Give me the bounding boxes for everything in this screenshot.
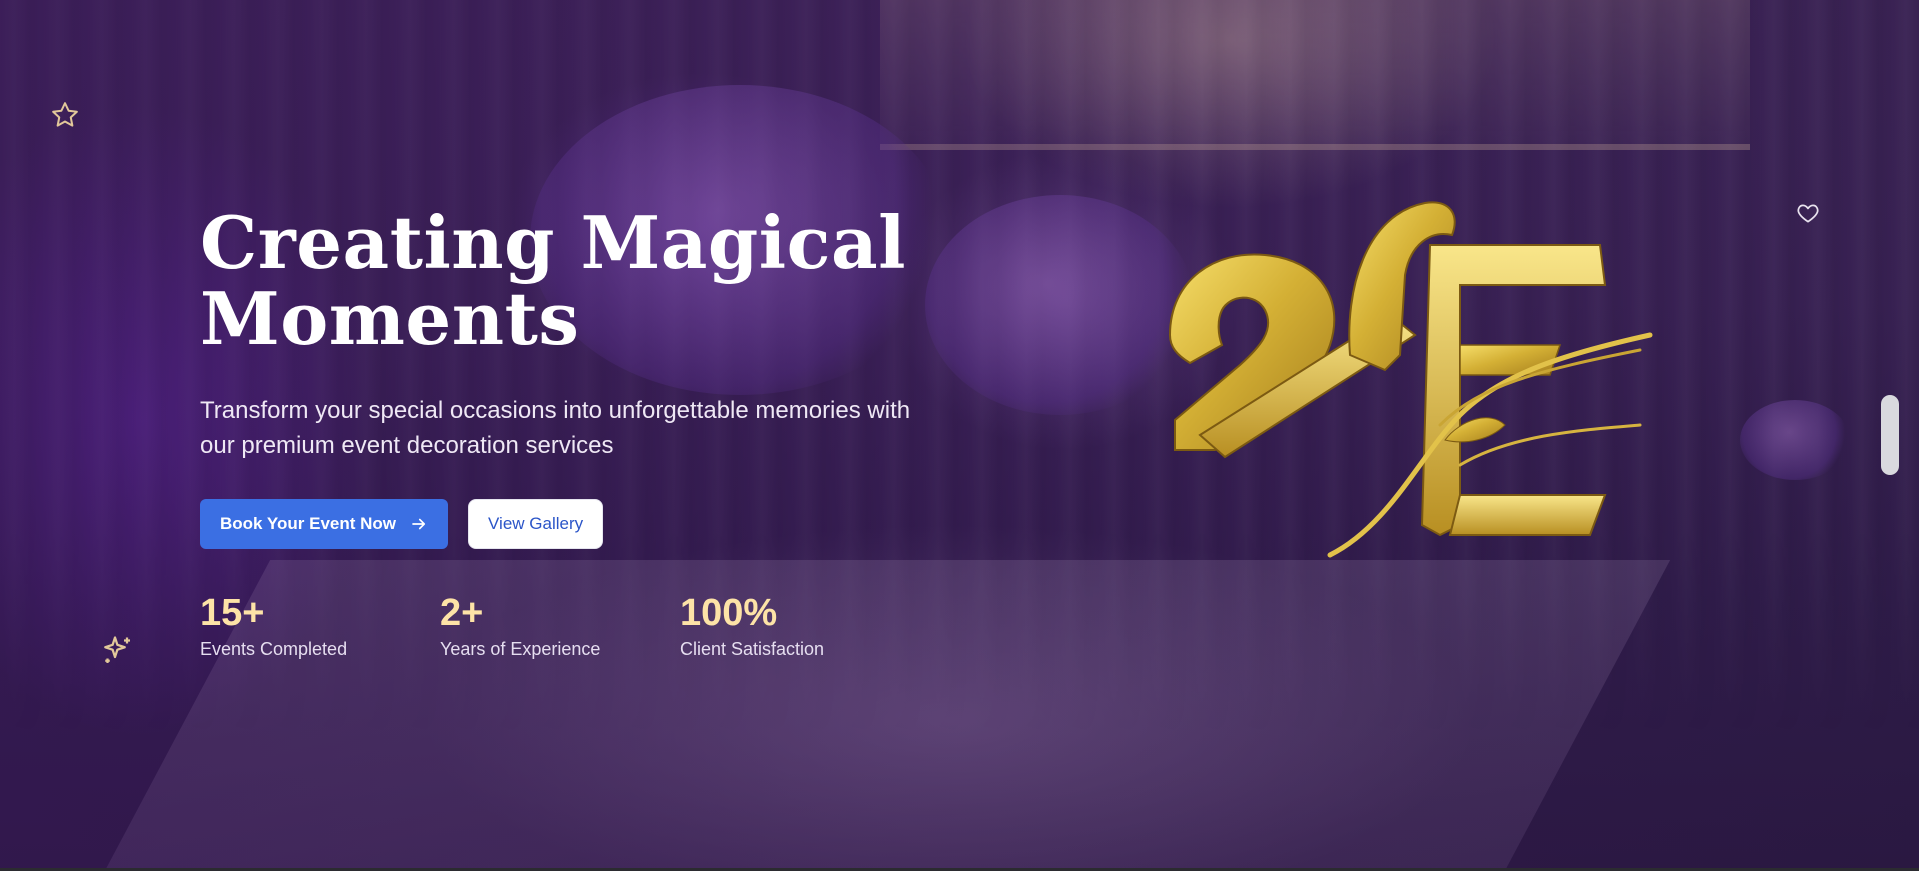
- view-gallery-button-label: View Gallery: [488, 514, 584, 533]
- arrow-right-icon: [412, 518, 426, 530]
- hero-subtitle: Transform your special occasions into un…: [200, 397, 911, 459]
- stat-value: 2+: [440, 592, 484, 634]
- hero-headline-line1: Creating Magical: [200, 200, 906, 285]
- hero-headline: Creating Magical Moments: [200, 205, 920, 357]
- sparkles-icon: [104, 636, 130, 663]
- hero-stats: 15+ Events Completed 2+ Years of Experie…: [200, 593, 920, 660]
- stat-years-experience: 2+ Years of Experience: [440, 593, 680, 660]
- brand-logo: [1168, 201, 1653, 558]
- hero-buttons: Book Your Event Now View Gallery: [200, 499, 920, 549]
- view-gallery-button[interactable]: View Gallery: [468, 499, 604, 549]
- stat-value: 15+: [200, 592, 265, 634]
- heart-icon: [1797, 204, 1819, 223]
- stat-client-satisfaction: 100% Client Satisfaction: [680, 593, 920, 660]
- hero-section: Creating Magical Moments Transform your …: [0, 0, 1919, 868]
- book-event-button[interactable]: Book Your Event Now: [200, 499, 449, 549]
- book-event-button-label: Book Your Event Now: [220, 514, 397, 533]
- page-scrollbar-thumb[interactable]: [1881, 395, 1899, 475]
- stat-value: 100%: [680, 592, 778, 634]
- hero-content: Creating Magical Moments Transform your …: [200, 205, 920, 660]
- stat-events-completed: 15+ Events Completed: [200, 593, 440, 660]
- star-icon: [52, 102, 78, 127]
- stat-label: Events Completed: [200, 639, 348, 659]
- stat-label: Years of Experience: [440, 639, 601, 659]
- hero-headline-line2: Moments: [200, 276, 580, 361]
- stat-label: Client Satisfaction: [680, 639, 825, 659]
